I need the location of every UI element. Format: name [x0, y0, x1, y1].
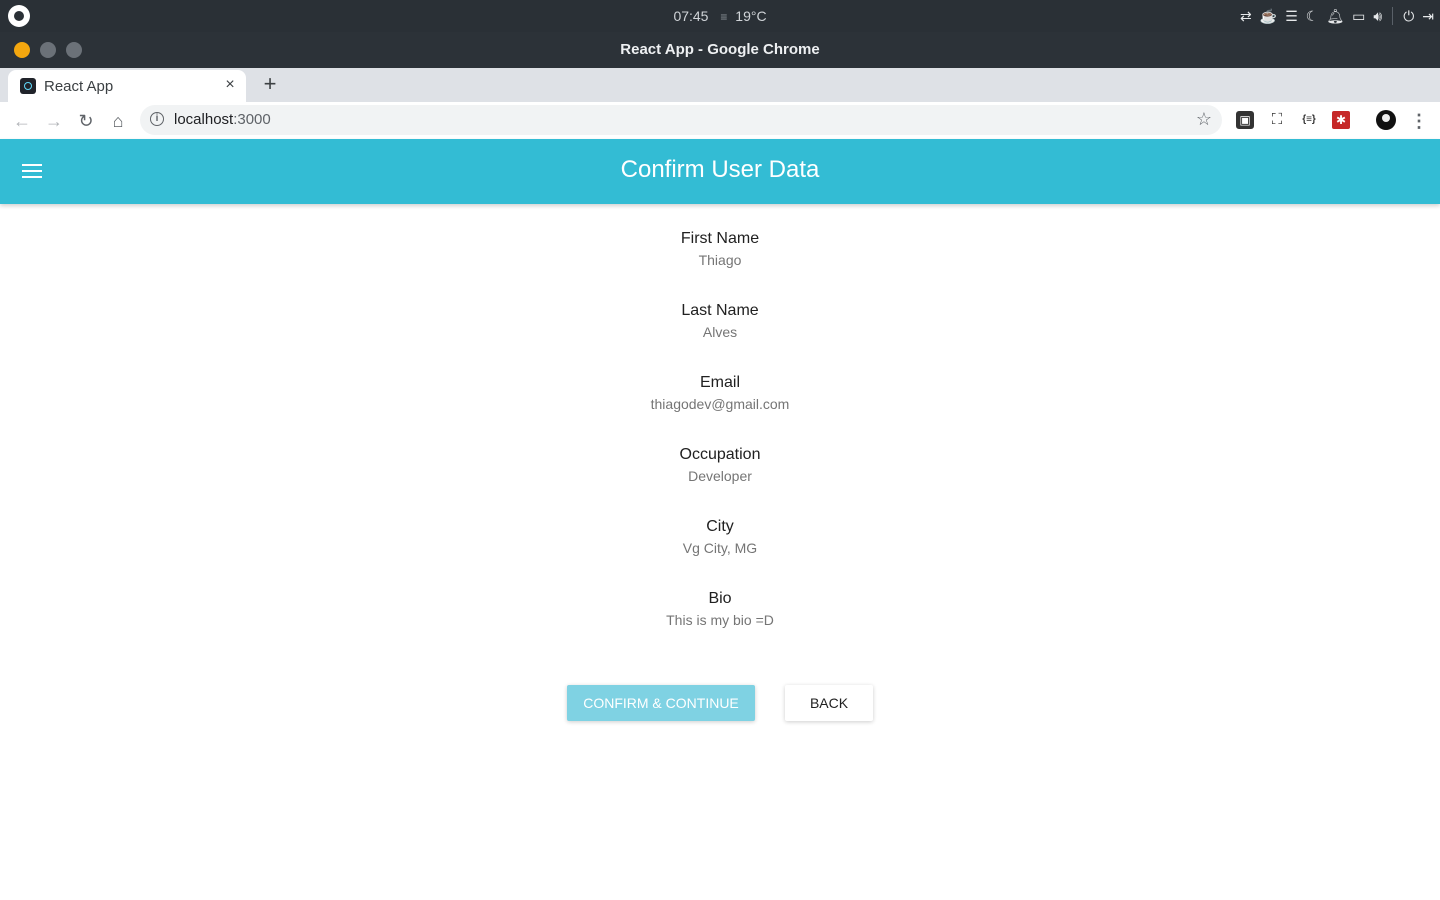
field-label: Bio	[708, 590, 732, 607]
bookmark-star-icon[interactable]: ☆	[1196, 109, 1212, 130]
list-icon[interactable]: ☰	[1285, 8, 1298, 25]
field-value: Developer	[688, 468, 752, 484]
reload-icon[interactable]: ↻	[74, 109, 98, 133]
field-label: Email	[699, 374, 740, 391]
field-value: thiagodev@gmail.com	[650, 396, 790, 412]
browser-tab-strip: React App × +	[0, 68, 1440, 102]
field-bio: Bio This is my bio =D	[0, 590, 1440, 628]
url-port: :3000	[233, 111, 271, 128]
field-label: City	[706, 518, 734, 535]
volume-icon[interactable]: 🔊︎	[1373, 8, 1382, 25]
tab-title: React App	[44, 78, 114, 95]
system-tray: ⇄ ☕ ☰ ☾ 🔔︎ ▭ 🔊︎ ⏻ ⇥	[1240, 6, 1434, 26]
extension-capture-icon[interactable]: ⛶	[1268, 111, 1286, 129]
notification-bell-icon[interactable]: 🔔︎	[1326, 8, 1344, 25]
field-label: First Name	[680, 230, 760, 247]
system-top-bar: 07:45 ≡ 19°C ⇄ ☕ ☰ ☾ 🔔︎ ▭ 🔊︎ ⏻ ⇥	[0, 0, 1440, 32]
field-value: Alves	[702, 324, 738, 340]
tab-close-icon[interactable]: ×	[220, 75, 240, 95]
address-bar[interactable]: i localhost:3000 ☆	[140, 105, 1222, 135]
system-temperature: 19°C	[735, 8, 767, 24]
fog-icon: ≡	[720, 10, 728, 24]
field-occupation: Occupation Developer	[0, 446, 1440, 484]
system-clock-weather[interactable]: 07:45 ≡ 19°C	[0, 8, 1440, 24]
night-mode-icon[interactable]: ☾	[1306, 8, 1319, 25]
field-value: This is my bio =D	[666, 612, 774, 628]
extension-json-icon[interactable]: {≡}	[1300, 111, 1318, 129]
window-title: React App - Google Chrome	[620, 41, 820, 58]
address-url[interactable]: localhost:3000	[174, 111, 271, 128]
home-icon[interactable]: ⌂	[106, 109, 130, 133]
browser-tab[interactable]: React App ×	[8, 70, 246, 102]
browser-menu-icon[interactable]: ⋮	[1410, 109, 1428, 133]
browser-toolbar: ← → ↻ ⌂ i localhost:3000 ☆ ▣ ⛶ {≡} ✱ ⋮	[0, 102, 1440, 140]
url-host: localhost	[174, 111, 234, 128]
back-arrow-icon[interactable]: ←	[10, 109, 34, 133]
field-value: Vg City, MG	[682, 540, 758, 556]
field-email: Email thiagodev@gmail.com	[0, 374, 1440, 412]
window-title-bar: React App - Google Chrome	[0, 32, 1440, 68]
transfer-icon[interactable]: ⇄	[1240, 8, 1252, 25]
extension-screenshot-icon[interactable]: ▣	[1236, 111, 1254, 129]
extension-devtool-icon[interactable]: ✱	[1332, 111, 1350, 129]
power-icon[interactable]: ⏻	[1403, 8, 1414, 25]
field-value: Thiago	[698, 252, 742, 268]
app-bar: Confirm User Data	[0, 139, 1440, 204]
exit-icon[interactable]: ⇥	[1422, 8, 1434, 25]
new-tab-button[interactable]: +	[258, 72, 282, 96]
profile-avatar[interactable]	[1376, 110, 1396, 130]
system-time: 07:45	[673, 8, 709, 24]
react-favicon-icon	[20, 78, 36, 94]
back-button[interactable]: BACK	[785, 685, 873, 721]
confirm-continue-button[interactable]: CONFIRM & CONTINUE	[567, 685, 755, 721]
field-label: Last Name	[681, 302, 759, 319]
page-title: Confirm User Data	[620, 156, 820, 183]
field-city: City Vg City, MG	[0, 518, 1440, 556]
field-last-name: Last Name Alves	[0, 302, 1440, 340]
field-label: Occupation	[679, 446, 761, 463]
tray-divider	[1392, 7, 1394, 25]
forward-arrow-icon[interactable]: →	[42, 109, 66, 133]
coffee-icon[interactable]: ☕	[1260, 8, 1277, 25]
field-first-name: First Name Thiago	[0, 230, 1440, 268]
folder-icon[interactable]: ▭	[1352, 8, 1365, 25]
site-info-icon[interactable]: i	[150, 112, 164, 126]
